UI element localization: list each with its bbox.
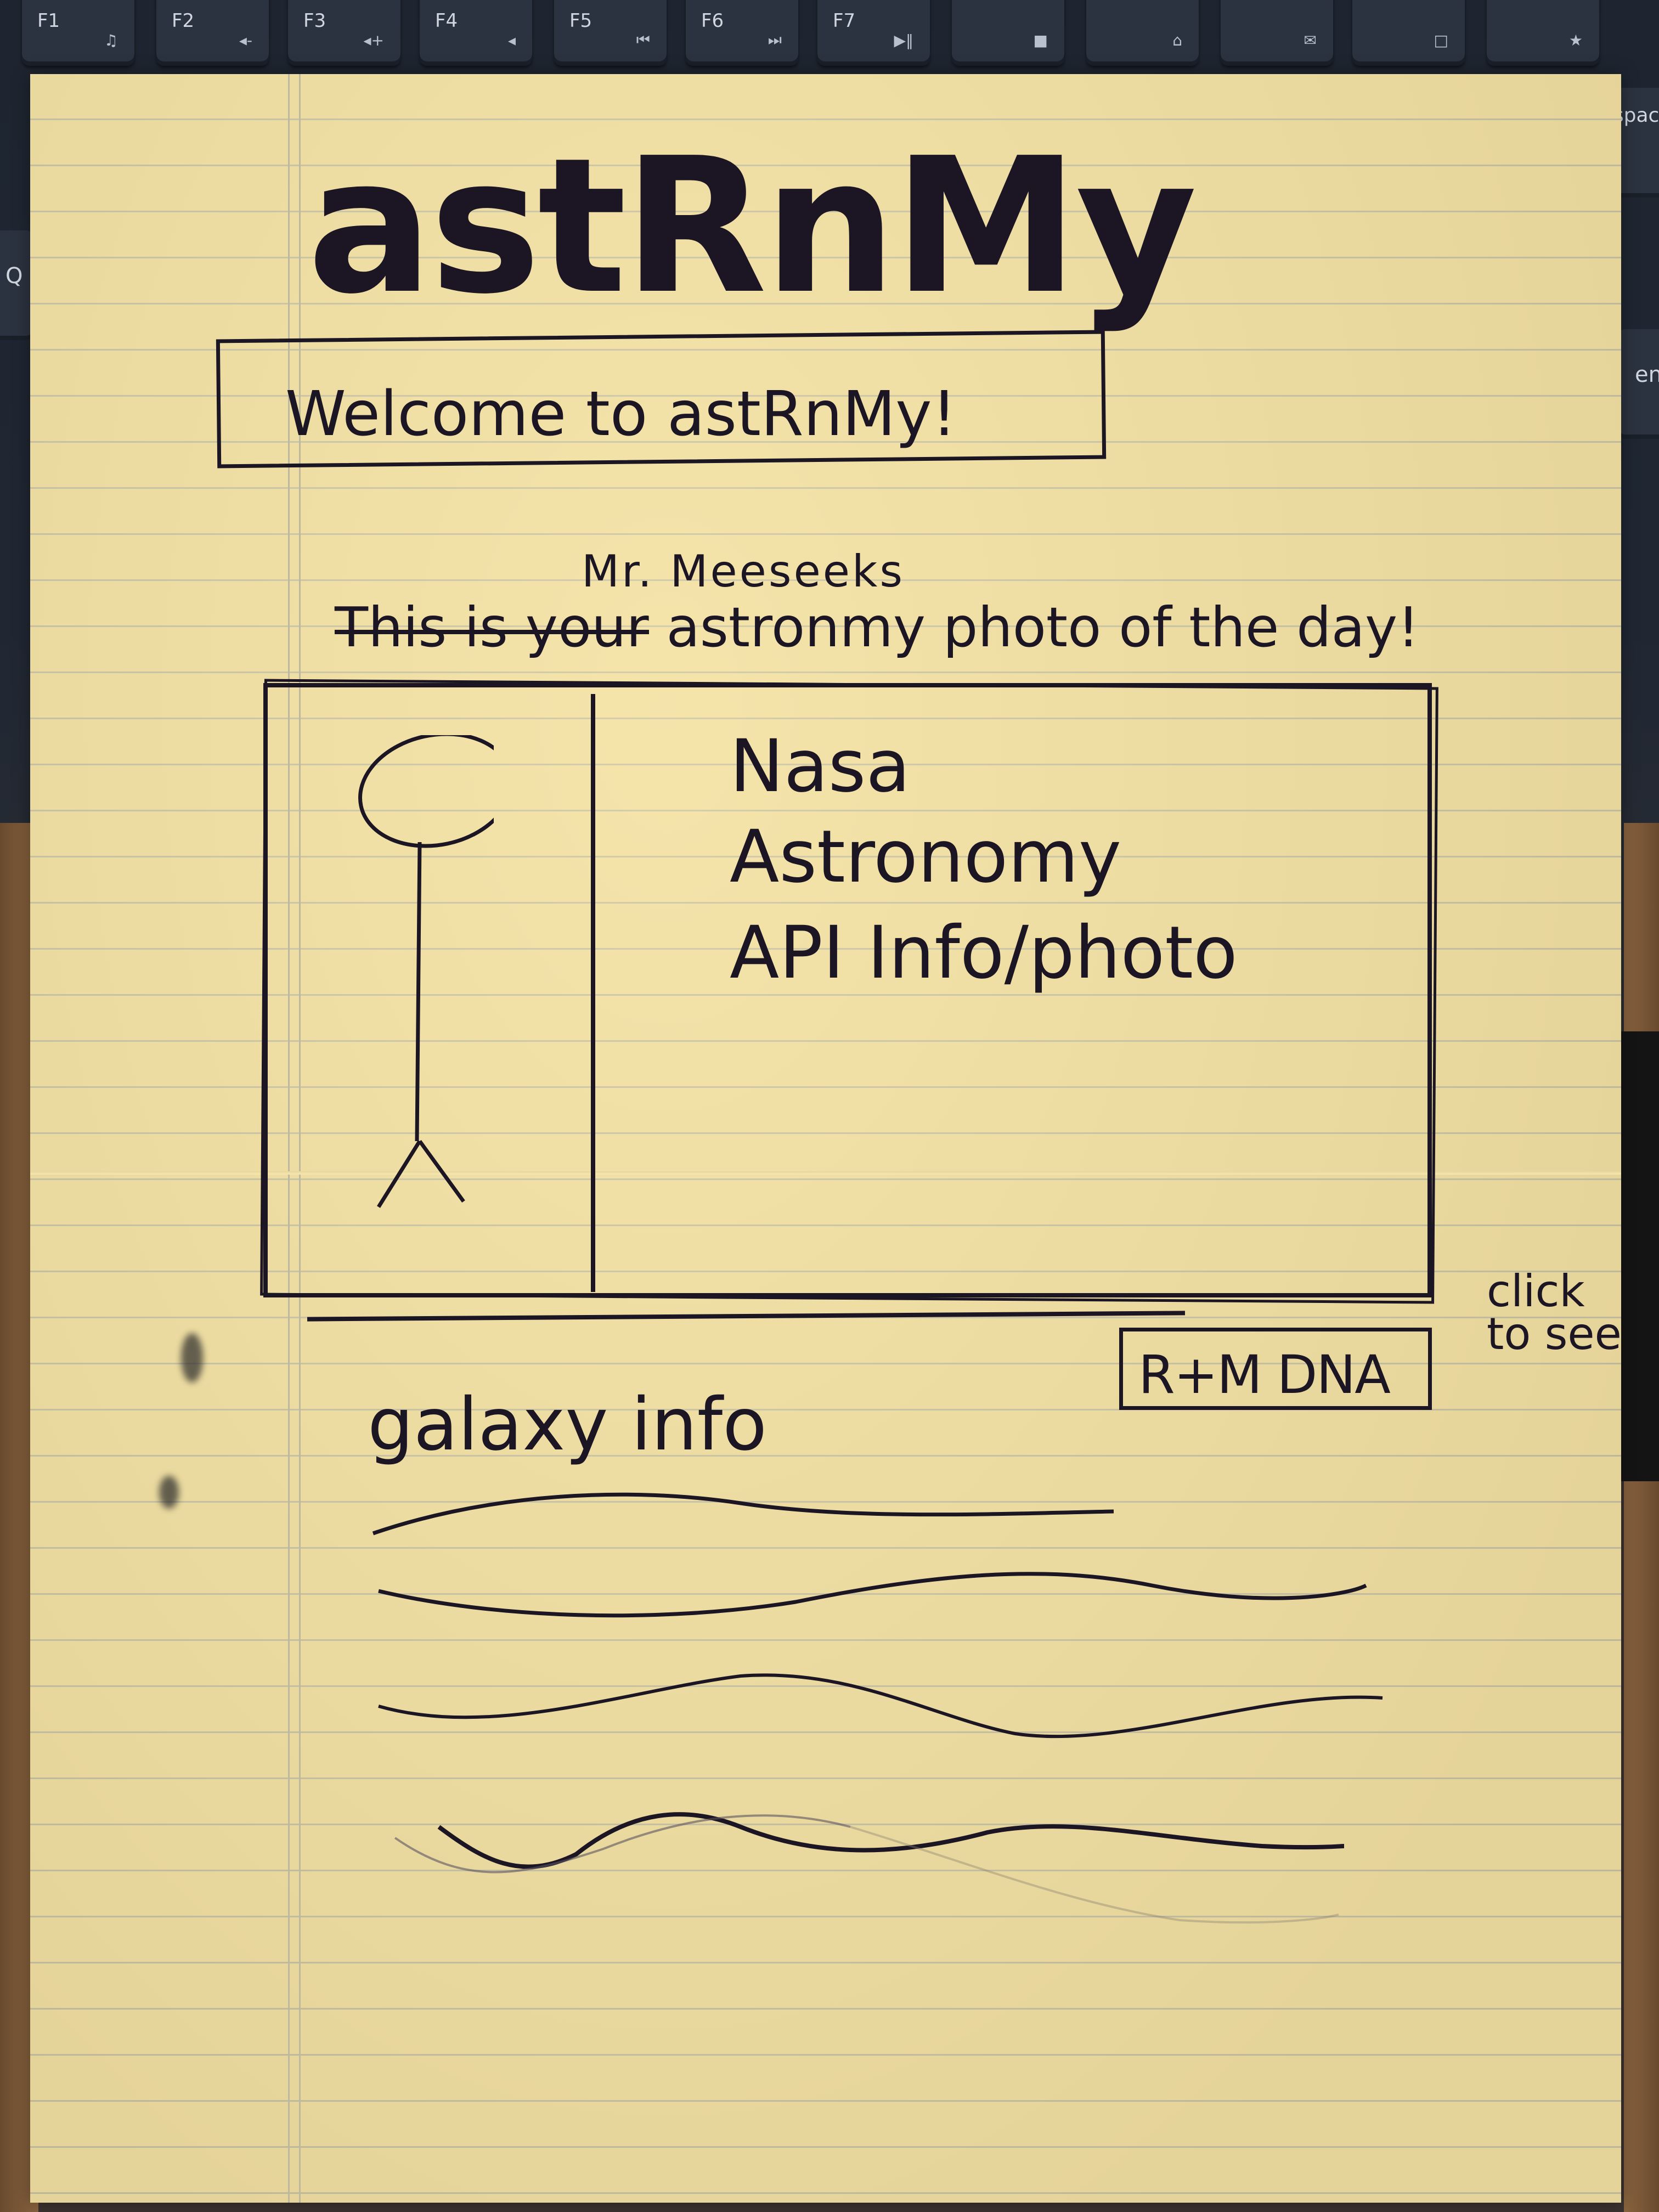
ink-smudge (159, 1476, 179, 1509)
ink-smudge (181, 1333, 203, 1383)
placeholder-line-1 (372, 1492, 1114, 1536)
placeholder-line-2 (378, 1572, 1367, 1618)
erased-line (850, 1826, 1339, 1924)
placeholder-line-3 (378, 1673, 1383, 1739)
placeholder-text-lines (372, 1492, 1383, 1924)
